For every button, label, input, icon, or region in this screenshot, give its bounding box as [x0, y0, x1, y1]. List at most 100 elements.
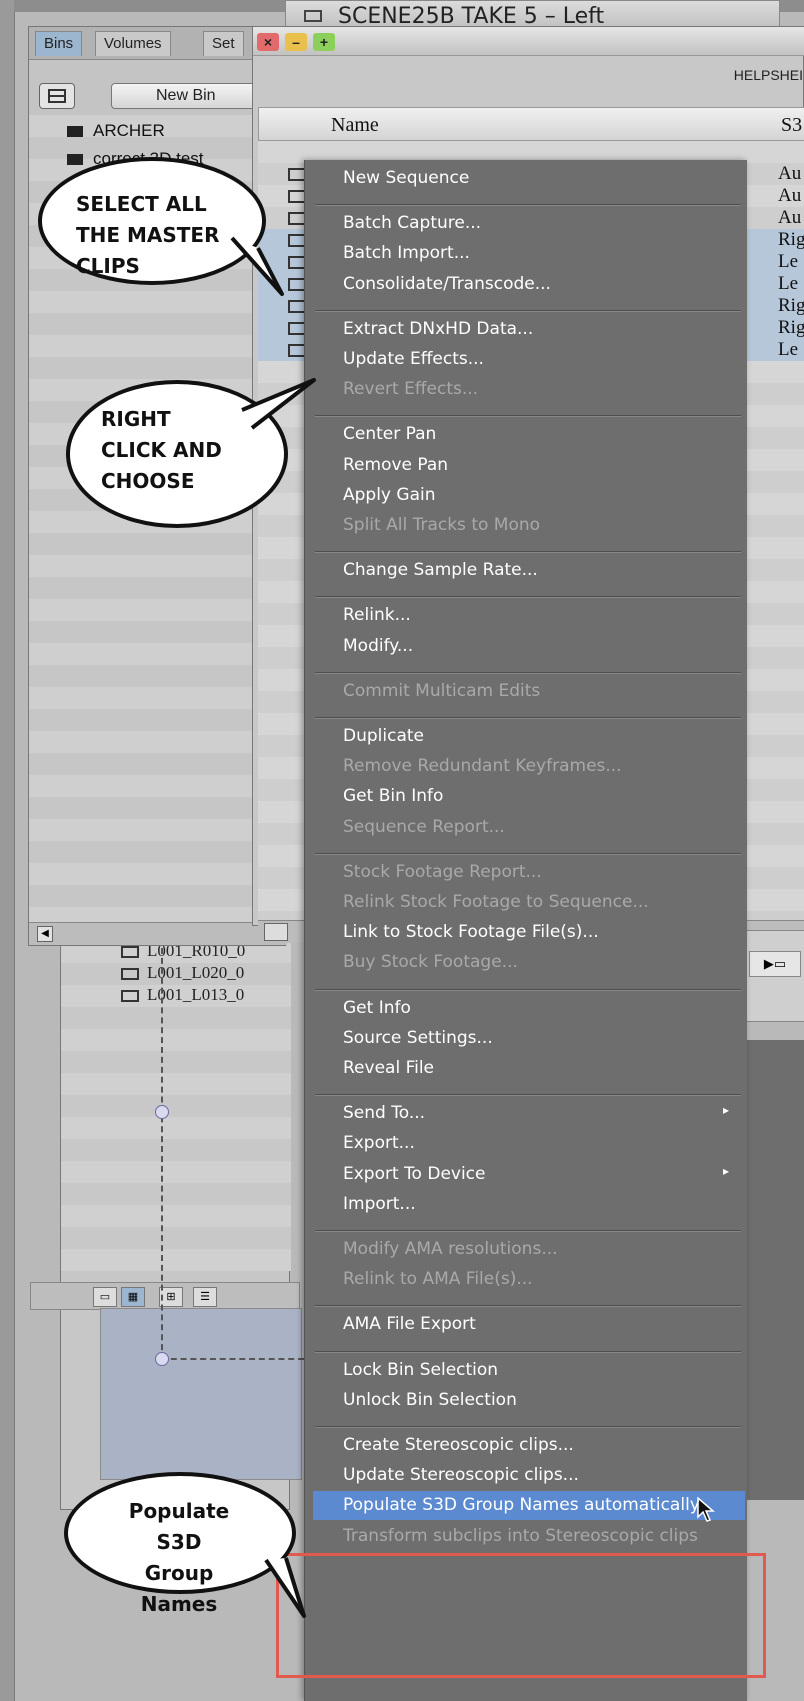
column-name[interactable]: Name: [331, 114, 379, 137]
menu-item-label: Populate S3D Group Names automatically: [343, 1495, 700, 1516]
zoom-icon[interactable]: +: [313, 33, 335, 51]
menu-item[interactable]: Lock Bin Selection: [343, 1360, 498, 1380]
menu-item[interactable]: Export...: [343, 1133, 415, 1153]
menu-item[interactable]: Apply Gain: [343, 485, 436, 505]
minimize-icon[interactable]: –: [285, 33, 307, 51]
menu-item[interactable]: Batch Import...: [343, 243, 470, 263]
menu-item[interactable]: Duplicate: [343, 726, 424, 746]
menu-separator: [315, 204, 741, 207]
list-view-icon[interactable]: ▭: [93, 1287, 117, 1307]
menu-item[interactable]: Get Bin Info: [343, 786, 443, 806]
menu-item-label: Export To Device: [343, 1163, 486, 1184]
project-tabs: Bins Volumes Set: [29, 27, 287, 60]
film-icon: [304, 10, 322, 22]
background-bin-list: L001_R010_0 L001_L020_0 L001_L013_0: [61, 941, 291, 1271]
guide-point[interactable]: [155, 1105, 169, 1119]
menu-item-label: New Sequence: [343, 168, 470, 188]
menu-item[interactable]: Link to Stock Footage File(s)...: [343, 922, 599, 942]
menu-item-label: Get Bin Info: [343, 786, 444, 807]
frame-view-icon[interactable]: ▦: [121, 1287, 145, 1307]
menu-item[interactable]: Change Sample Rate...: [343, 560, 538, 580]
menu-item-label: Batch Capture...: [343, 213, 482, 234]
menu-item[interactable]: Update Stereoscopic clips...: [343, 1465, 579, 1485]
menu-separator: [315, 415, 741, 418]
project-toolbar: New Bin: [29, 79, 287, 115]
tab-volumes[interactable]: Volumes: [95, 31, 171, 56]
column-s3d[interactable]: S3: [781, 114, 802, 137]
scroll-left-icon[interactable]: ◀: [37, 926, 53, 942]
menu-item-label: Modify...: [343, 635, 414, 656]
menu-item[interactable]: Source Settings...: [343, 1028, 493, 1048]
tab-bins[interactable]: Bins: [35, 31, 83, 56]
menu-item[interactable]: Remove Pan: [343, 455, 448, 475]
menu-item: Remove Redundant Keyframes...: [343, 756, 622, 776]
guide-point[interactable]: [155, 1352, 169, 1366]
menu-separator: [315, 1230, 741, 1232]
menu-item[interactable]: Send To... ▸: [343, 1103, 729, 1123]
play-icon[interactable]: ▶▭: [749, 951, 801, 977]
project-scrollbar[interactable]: ◀: [29, 922, 287, 945]
menu-item[interactable]: Import...: [343, 1194, 416, 1214]
clip-icon: [121, 990, 139, 1003]
s3d-cell: Au: [778, 207, 802, 228]
menu-separator: [315, 988, 741, 991]
menu-item: Sequence Report...: [343, 817, 505, 837]
clip-icon: [121, 968, 139, 981]
menu-item[interactable]: Export To Device ▸: [343, 1163, 729, 1184]
menu-item-label: Center Pan: [343, 424, 437, 445]
bin-column-header: Name S3: [258, 107, 804, 141]
highlight-frame: [276, 1553, 766, 1678]
menu-item[interactable]: Relink...: [343, 605, 411, 625]
callout-populate-text: Populate S3D Group Names: [128, 1499, 230, 1616]
menu-item[interactable]: Get Info: [343, 998, 411, 1018]
menu-item[interactable]: Center Pan: [343, 424, 436, 444]
background-bin-footer: ▭ ▦ ⊞ ☰: [30, 1282, 300, 1310]
menu-item[interactable]: Unlock Bin Selection: [343, 1390, 517, 1410]
mouse-cursor-icon: [697, 1497, 716, 1523]
menu-item: Relink to AMA File(s)...: [343, 1269, 533, 1289]
bin-icon: [67, 126, 83, 138]
bin-view-icon: [48, 89, 66, 103]
menu-item: Split All Tracks to Mono: [343, 515, 540, 535]
side-panel: ▶▭: [740, 930, 804, 1022]
menu-item[interactable]: Create Stereoscopic clips...: [343, 1435, 574, 1455]
menu-item[interactable]: Consolidate/Transcode...: [343, 274, 551, 294]
menu-item[interactable]: Reveal File: [343, 1058, 434, 1078]
list-item[interactable]: L001_L013_0: [121, 985, 244, 1005]
menu-item-label: Relink Stock Footage to Sequence...: [343, 892, 649, 912]
menu-item[interactable]: Modify...: [343, 636, 413, 656]
s3d-cell: Le: [778, 251, 799, 272]
menu-item-label: Stock Footage Report...: [343, 861, 542, 882]
s3d-cell: Au: [778, 163, 802, 184]
bin-icon: [67, 154, 83, 166]
toggle-view-button[interactable]: [39, 83, 75, 109]
submenu-arrow-icon: ▸: [723, 1103, 730, 1118]
bin-title-bar[interactable]: × – +: [253, 27, 804, 56]
bin-window-title: HELPSHEI: [733, 67, 803, 83]
menu-item-label: Remove Pan: [343, 454, 449, 475]
menu-item-label: Import...: [343, 1193, 416, 1214]
menu-item-label: Update Stereoscopic clips...: [343, 1465, 579, 1486]
menu-item[interactable]: Populate S3D Group Names automatically: [343, 1495, 700, 1515]
tab-settings[interactable]: Set: [203, 31, 244, 56]
menu-item-label: Lock Bin Selection: [343, 1359, 499, 1380]
bin-view-icon[interactable]: [264, 923, 288, 941]
list-item[interactable]: L001_L020_0: [121, 963, 244, 983]
menu-item: Revert Effects...: [343, 379, 478, 399]
menu-item[interactable]: AMA File Export: [343, 1314, 476, 1334]
menu-item[interactable]: New Sequence: [343, 168, 469, 188]
dashed-guide-vertical: [161, 948, 163, 1360]
menu-item[interactable]: Update Effects...: [343, 349, 484, 369]
menu-item[interactable]: Batch Capture...: [343, 213, 481, 233]
menu-item-label: Create Stereoscopic clips...: [343, 1435, 574, 1455]
menu-item-label: Consolidate/Transcode...: [343, 273, 551, 294]
s3d-cell: Le: [778, 273, 799, 294]
menu-item-label: AMA File Export: [343, 1314, 476, 1335]
menu-item[interactable]: Extract DNxHD Data...: [343, 319, 533, 339]
callout-right-click-text: RIGHT CLICK AND CHOOSE: [101, 407, 222, 493]
close-icon[interactable]: ×: [257, 33, 279, 51]
menu-separator: [315, 852, 741, 855]
brief-view-icon[interactable]: ☰: [193, 1287, 217, 1307]
menu-item-label: Apply Gain: [343, 484, 436, 505]
bin-item[interactable]: ARCHER: [67, 121, 165, 141]
